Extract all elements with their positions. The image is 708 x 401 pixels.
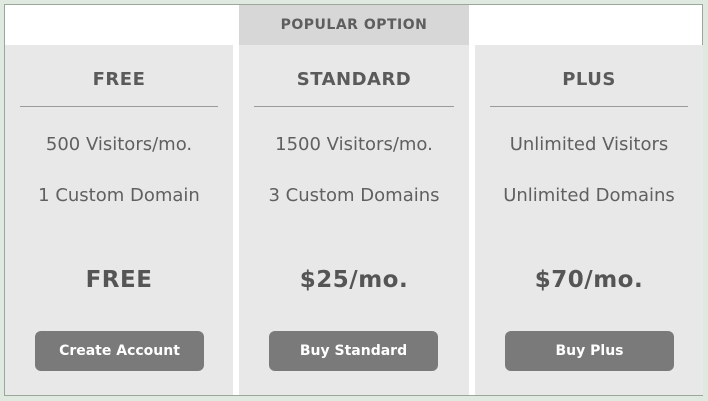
divider: [20, 106, 218, 107]
plan-card-free: FREE 500 Visitors/mo. 1 Custom Domain FR…: [5, 45, 233, 395]
plan-feature-visitors: Unlimited Visitors: [509, 134, 669, 155]
plan-price: FREE: [85, 267, 153, 293]
plan-feature-visitors: 1500 Visitors/mo.: [275, 134, 433, 155]
buy-standard-button[interactable]: Buy Standard: [269, 331, 438, 371]
plan-title: FREE: [92, 69, 146, 90]
plan-feature-domains: 3 Custom Domains: [268, 185, 440, 206]
plan-feature-domains: 1 Custom Domain: [38, 185, 200, 206]
plan-feature-visitors: 500 Visitors/mo.: [45, 134, 193, 155]
divider: [490, 106, 688, 107]
popular-option-banner: POPULAR OPTION: [239, 5, 469, 45]
buy-plus-button[interactable]: Buy Plus: [505, 331, 674, 371]
plan-feature-domains: Unlimited Domains: [503, 185, 675, 206]
create-account-button[interactable]: Create Account: [35, 331, 204, 371]
plan-card-standard: STANDARD 1500 Visitors/mo. 3 Custom Doma…: [239, 45, 469, 395]
plan-price: $70/mo.: [534, 267, 644, 293]
divider: [254, 106, 454, 107]
plan-card-plus: PLUS Unlimited Visitors Unlimited Domain…: [475, 45, 703, 395]
plan-title: PLUS: [562, 69, 616, 90]
plan-price: $25/mo.: [299, 267, 409, 293]
plan-title: STANDARD: [296, 69, 412, 90]
